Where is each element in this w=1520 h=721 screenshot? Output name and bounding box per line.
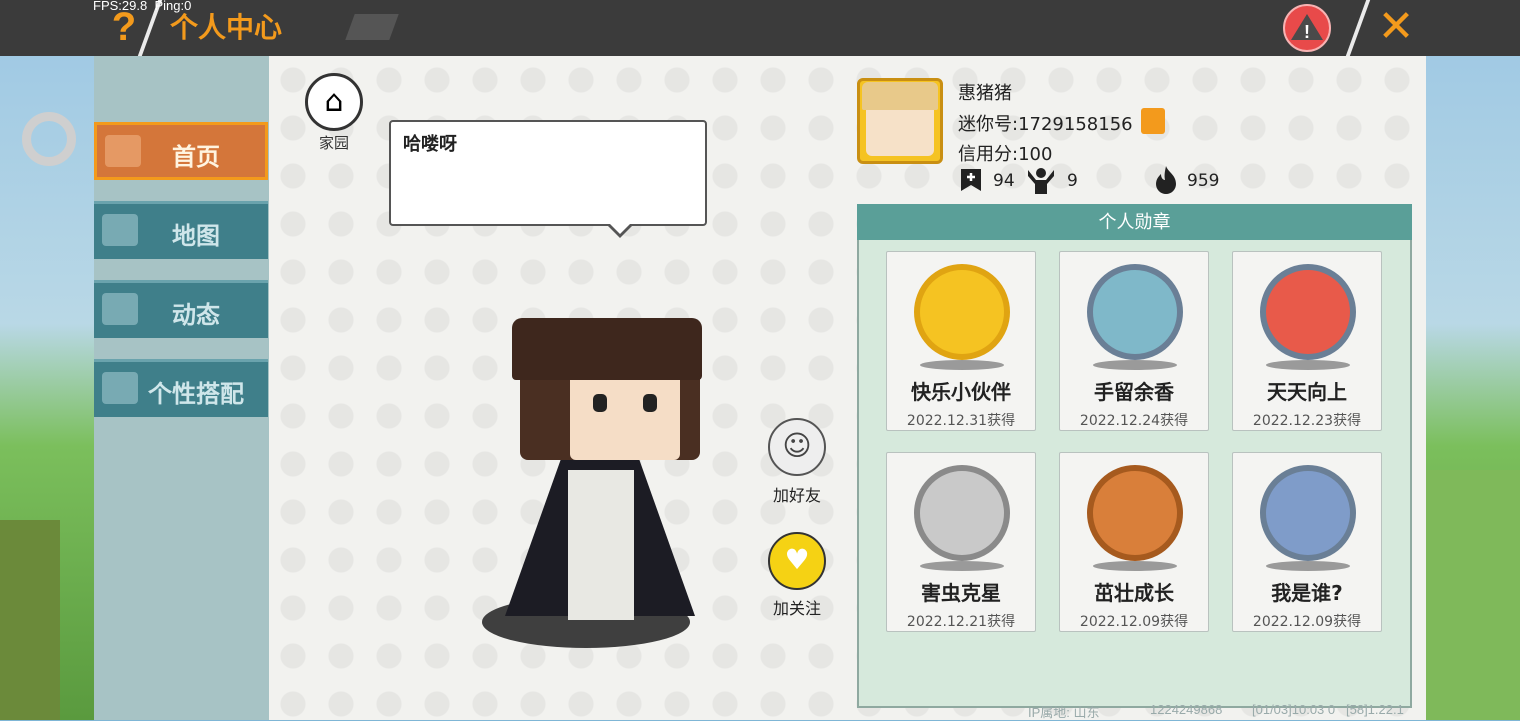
bookmark-plus-icon (961, 169, 981, 191)
home-button[interactable]: ⌂ (305, 73, 363, 131)
medal-card[interactable]: 我是谁? 2022.12.09获得 (1232, 452, 1382, 632)
medal-date: 2022.12.21获得 (906, 614, 1016, 630)
medal-card[interactable]: 手留余香 2022.12.24获得 (1059, 251, 1209, 431)
sidebar-item-feed[interactable]: 动态 (94, 280, 268, 338)
medal-badge-icon (1087, 264, 1183, 360)
medal-date: 2022.12.23获得 (1252, 413, 1362, 429)
medal-card[interactable]: 害虫克星 2022.12.21获得 (886, 452, 1036, 632)
floating-menu-button[interactable] (22, 112, 76, 166)
medal-name: 快乐小伙伴 (911, 380, 1011, 404)
bubble-tail-fill (608, 222, 632, 234)
medal-date: 2022.12.09获得 (1252, 614, 1362, 630)
footer-version: [58]1.22.1 (1346, 702, 1404, 717)
medal-badge-icon (914, 465, 1010, 561)
medal-name: 我是谁? (1271, 581, 1343, 605)
medal-header-title: 个人勋章 (1098, 212, 1171, 233)
medal-name: 害虫克星 (921, 581, 1001, 605)
medal-badge-icon (1087, 465, 1183, 561)
background-block (0, 520, 60, 720)
mini-id: 迷你号:1729158156 (958, 114, 1133, 135)
svg-text:!: ! (1304, 22, 1310, 42)
medal-date: 2022.12.09获得 (1079, 614, 1189, 630)
cheer-icon (1028, 168, 1054, 194)
help-icon[interactable]: ? (108, 4, 140, 50)
house-icon: ⌂ (324, 84, 344, 119)
close-button[interactable]: ✕ (1374, 4, 1418, 50)
background-grass (1425, 470, 1520, 720)
medal-name: 茁壮成长 (1094, 581, 1174, 605)
medal-date: 2022.12.31获得 (906, 413, 1016, 429)
medal-shadow (1093, 561, 1177, 571)
add-user-icon: ☺ (782, 429, 812, 462)
medal-shadow (920, 360, 1004, 370)
player-name: 惠猪猪 (958, 83, 1012, 104)
medal-name: 天天向上 (1267, 380, 1347, 404)
medal-badge-icon (914, 264, 1010, 360)
medal-date: 2022.12.24获得 (1079, 413, 1189, 429)
stat-value: 9 (1067, 171, 1078, 191)
sidebar-item-outfit[interactable]: 个性搭配 (94, 359, 268, 417)
sidebar-item-label: 动态 (172, 301, 220, 329)
medal-card[interactable]: 天天向上 2022.12.23获得 (1232, 251, 1382, 431)
medal-shadow (1093, 360, 1177, 370)
warning-icon: ! (1291, 14, 1323, 42)
character-eye (593, 394, 607, 412)
medal-shadow (920, 561, 1004, 571)
footer-uid: 1224249868 (1150, 702, 1223, 717)
footer-time: [01/03]10:03 0 (1252, 702, 1336, 717)
character-eye (643, 394, 657, 412)
medal-shadow (1266, 360, 1350, 370)
home-label: 家园 (318, 134, 349, 152)
sidebar-item-home[interactable]: 首页 (94, 122, 268, 180)
add-friend-label: 加好友 (772, 486, 821, 505)
avatar-hair (862, 82, 938, 110)
medal-card[interactable]: 快乐小伙伴 2022.12.31获得 (886, 251, 1036, 431)
speech-bubble[interactable]: 哈喽呀 (389, 120, 707, 226)
stat-value: 959 (1187, 171, 1220, 191)
add-friend-button[interactable]: ☺ (768, 418, 826, 476)
medal-badge-icon (1260, 465, 1356, 561)
footer-ip: IP属地: 山东 (1028, 705, 1100, 720)
credit-score: 信用分:100 (958, 144, 1053, 165)
flame-icon (1156, 166, 1176, 194)
follow-label: 加关注 (772, 599, 821, 618)
medal-name: 手留余香 (1094, 380, 1174, 404)
character-hair (512, 318, 702, 380)
sidebar-item-label: 首页 (172, 143, 220, 171)
follow-button[interactable]: ♥ (768, 532, 826, 590)
character-face (570, 370, 680, 460)
page-title: 个人中心 (170, 11, 283, 44)
stat-value: 94 (993, 171, 1015, 191)
sidebar-item-map[interactable]: 地图 (94, 201, 268, 259)
character-robe (568, 470, 634, 620)
medal-card[interactable]: 茁壮成长 2022.12.09获得 (1059, 452, 1209, 632)
copy-icon[interactable] (1141, 108, 1165, 134)
sidebar-item-label: 地图 (172, 222, 220, 250)
sidebar-item-label: 个性搭配 (148, 380, 244, 408)
heart-icon: ♥ (784, 543, 810, 576)
bubble-text: 哈喽呀 (403, 134, 457, 155)
medal-shadow (1266, 561, 1350, 571)
report-button[interactable]: ! (1283, 4, 1331, 52)
medal-badge-icon (1260, 264, 1356, 360)
